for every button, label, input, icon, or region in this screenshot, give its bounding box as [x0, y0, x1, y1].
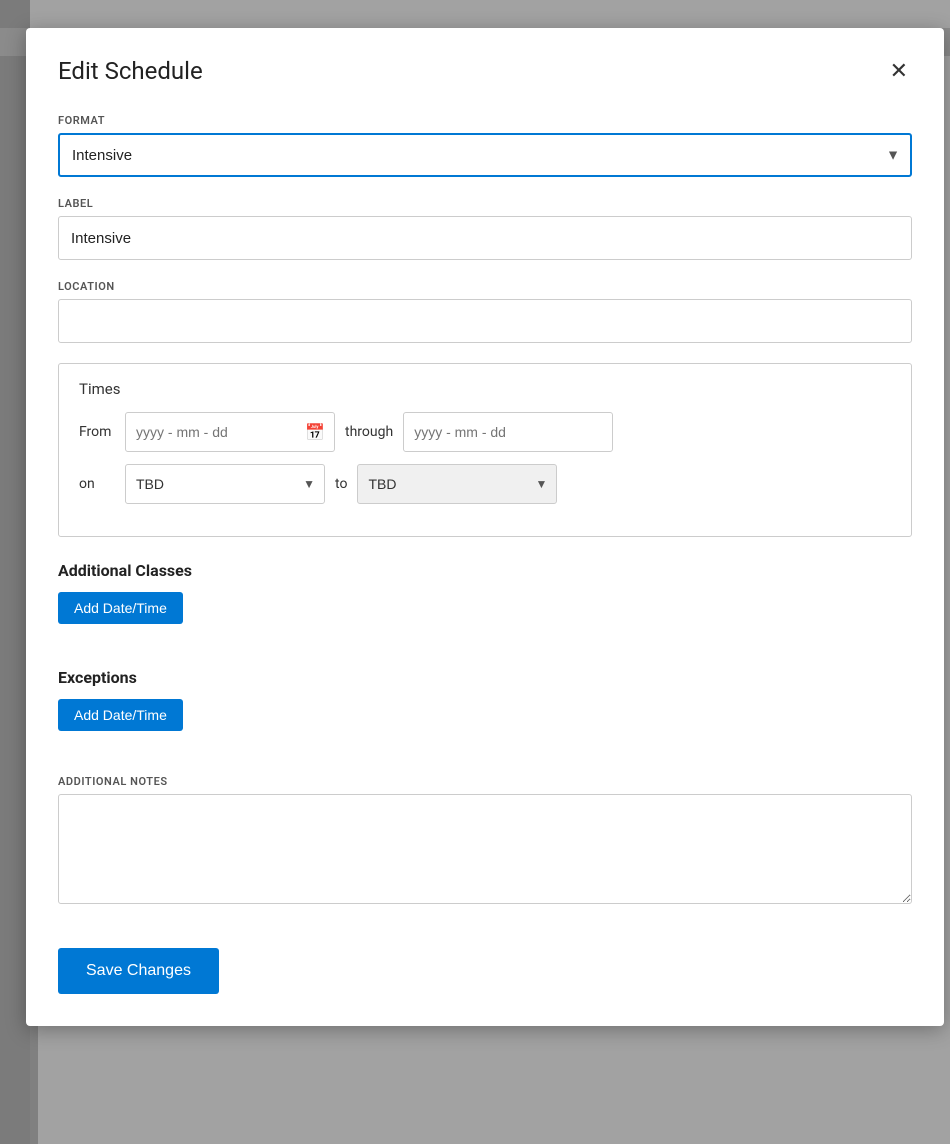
save-changes-button[interactable]: Save Changes [58, 948, 219, 994]
format-field-group: FORMAT Intensive Online In-Person Hybrid… [58, 114, 912, 177]
additional-notes-textarea[interactable] [58, 794, 912, 904]
times-on-row: on TBD Monday Tuesday Wednesday Thursday… [79, 464, 891, 504]
location-field-group: LOCATION [58, 280, 912, 343]
add-exceptions-date-time-button[interactable]: Add Date/Time [58, 699, 183, 731]
through-date-input[interactable] [403, 412, 613, 452]
to-select-wrapper: TBD Monday Tuesday Wednesday Thursday Fr… [357, 464, 557, 504]
on-day-select[interactable]: TBD Monday Tuesday Wednesday Thursday Fr… [125, 464, 325, 504]
label-input[interactable] [58, 216, 912, 260]
additional-classes-group: Additional Classes Add Date/Time [58, 561, 912, 648]
times-label: Times [79, 380, 891, 398]
location-label: LOCATION [58, 280, 912, 293]
times-from-row: From 📅 through [79, 412, 891, 452]
additional-notes-group: ADDITIONAL NOTES [58, 775, 912, 908]
from-label: From [79, 424, 115, 440]
from-date-wrapper: 📅 [125, 412, 335, 452]
label-field-group: LABEL [58, 197, 912, 260]
modal-title: Edit Schedule [58, 57, 203, 85]
through-label: through [345, 424, 393, 440]
label-field-label: LABEL [58, 197, 912, 210]
format-select[interactable]: Intensive Online In-Person Hybrid [58, 133, 912, 177]
to-label: to [335, 476, 347, 492]
location-input[interactable] [58, 299, 912, 343]
on-label: on [79, 476, 115, 492]
exceptions-group: Exceptions Add Date/Time [58, 668, 912, 755]
times-box: Times From 📅 through on TBD Monday [58, 363, 912, 537]
additional-classes-heading: Additional Classes [58, 561, 912, 580]
close-icon: ✕ [890, 60, 908, 82]
close-button[interactable]: ✕ [886, 56, 912, 86]
exceptions-heading: Exceptions [58, 668, 912, 687]
modal-header: Edit Schedule ✕ [58, 56, 912, 86]
on-select-wrapper: TBD Monday Tuesday Wednesday Thursday Fr… [125, 464, 325, 504]
edit-schedule-modal: Edit Schedule ✕ FORMAT Intensive Online … [26, 28, 944, 1026]
format-label: FORMAT [58, 114, 912, 127]
from-date-input[interactable] [125, 412, 335, 452]
to-day-select[interactable]: TBD Monday Tuesday Wednesday Thursday Fr… [357, 464, 557, 504]
add-classes-date-time-button[interactable]: Add Date/Time [58, 592, 183, 624]
additional-notes-label: ADDITIONAL NOTES [58, 775, 912, 788]
format-select-wrapper: Intensive Online In-Person Hybrid ▼ [58, 133, 912, 177]
